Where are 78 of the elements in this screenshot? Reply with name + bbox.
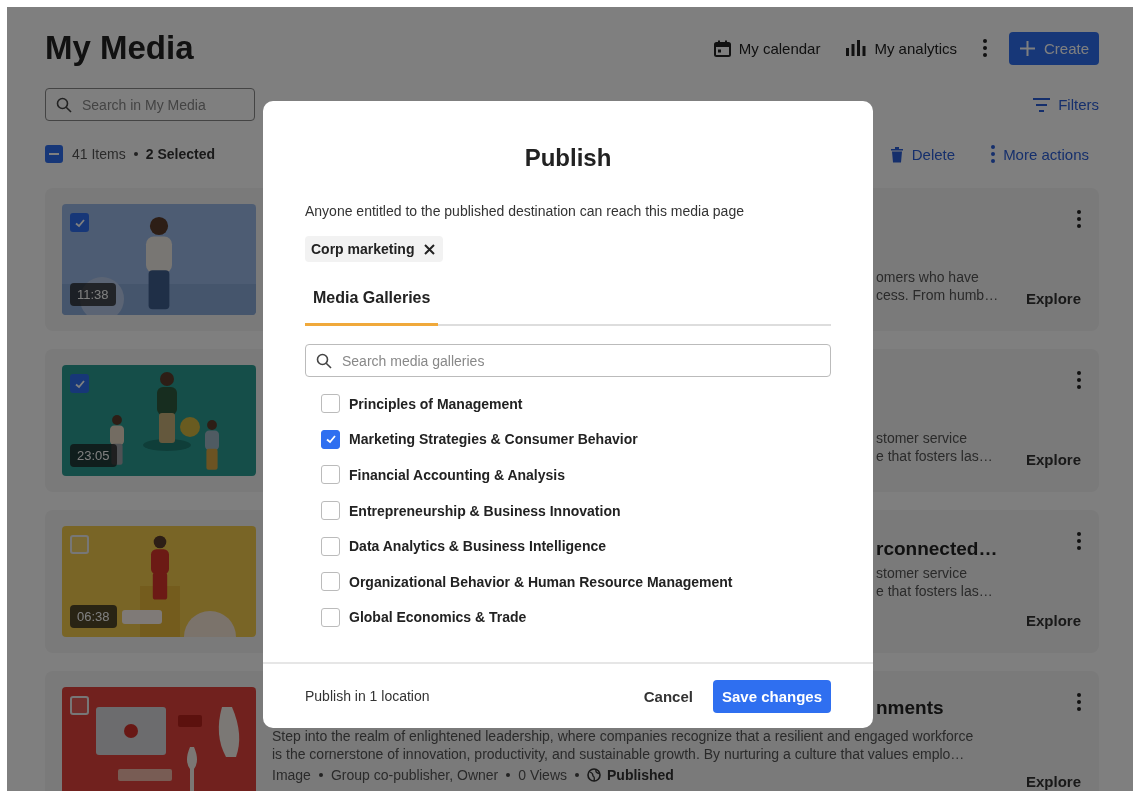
more-button[interactable] (982, 39, 987, 57)
dialog-title: Publish (523, 144, 613, 172)
filter-icon (1033, 97, 1051, 112)
check-icon (324, 433, 337, 446)
description-line: e that fosters las… (876, 582, 993, 600)
tab[interactable]: Media Galleries (305, 287, 439, 326)
more-icon (1077, 210, 1081, 228)
search-field[interactable]: Search in My Media (45, 88, 255, 121)
gallery-label: Organizational Behavior & Human Resource Management (349, 573, 733, 590)
trash-icon (889, 145, 904, 163)
description-line: cess. From humb… (876, 286, 999, 304)
gallery-checkbox[interactable] (321, 501, 340, 521)
search-icon (316, 353, 332, 369)
search-icon (56, 97, 72, 113)
description-line: is the cornerstone of innovation, productivity, and sustainable growth. By nurturing a culture that values emplo… (272, 745, 965, 763)
save-button[interactable]: Save changes (712, 679, 831, 713)
duration-badge: 06:38 (70, 605, 117, 628)
meta-item: 0 Views (518, 767, 567, 783)
more-button[interactable] (1077, 371, 1081, 389)
bar-chart-icon (846, 40, 867, 56)
explore-button[interactable]: Explore (1025, 290, 1081, 307)
more-button[interactable] (1077, 210, 1081, 228)
gallery-label: Marketing Strategies & Consumer Behavior (349, 431, 638, 448)
create-button[interactable]: Create (1008, 31, 1099, 65)
items-count: 41 Items (72, 146, 126, 162)
gallery-checkbox[interactable] (321, 536, 340, 556)
more-icon (1077, 532, 1081, 550)
description-line: stomer service (876, 564, 968, 582)
select-all-checkbox[interactable] (45, 145, 63, 163)
page-title: My Media (45, 29, 195, 67)
calendar-link[interactable]: My calendar (713, 39, 821, 57)
gallery-checkbox[interactable] (321, 429, 340, 449)
minus-icon (49, 153, 59, 155)
gallery-label: Entrepreneurship & Business Innovation (349, 502, 621, 519)
close-icon[interactable] (424, 243, 436, 255)
filters-button[interactable]: Filters (1033, 96, 1099, 113)
select-checkbox[interactable] (70, 374, 89, 393)
analytics-link[interactable]: My analytics (846, 39, 957, 57)
media-title[interactable]: nments (876, 697, 944, 723)
plus-icon (1018, 39, 1036, 57)
more-icon (1077, 371, 1081, 389)
gallery-search-field[interactable]: Search media galleries (305, 344, 831, 377)
explore-button[interactable]: Explore (1025, 612, 1081, 629)
publish-summary: Publish in 1 location (305, 688, 431, 704)
duration-badge: 11:38 (70, 283, 116, 306)
more-icon (1077, 693, 1081, 711)
description-line: stomer service (876, 429, 968, 447)
gallery-label: Principles of Management (349, 395, 523, 412)
description-line: omers who have (876, 268, 979, 286)
bulk-action-button[interactable]: Delete (889, 145, 956, 163)
more-icon (991, 145, 996, 163)
media-title[interactable]: rconnected… (876, 538, 998, 564)
dialog-description: Anyone entitled to the published destination can reach this media page (305, 203, 745, 219)
more-button[interactable] (1077, 532, 1081, 550)
status-label: Published (607, 767, 674, 783)
gallery-checkbox[interactable] (321, 465, 340, 485)
explore-button[interactable]: Explore (1025, 773, 1081, 790)
duration-badge: 23:05 (70, 444, 117, 467)
more-icon (982, 39, 987, 57)
description-line: Step into the realm of enlightened leadership, where companies recognize that a resilient and engaged workforce (272, 727, 974, 745)
chip-label: Corp marketing (311, 241, 415, 257)
calendar-icon (713, 39, 731, 57)
explore-button[interactable]: Explore (1025, 451, 1081, 468)
gallery-label: Financial Accounting & Analysis (349, 467, 565, 483)
selected-count: 2 Selected (145, 146, 215, 162)
cancel-button[interactable]: Cancel (639, 687, 697, 705)
select-checkbox[interactable] (70, 213, 89, 232)
gallery-checkbox[interactable] (321, 607, 340, 627)
meta-item: Group co-publisher, Owner (330, 767, 499, 783)
gallery-checkbox[interactable] (321, 394, 340, 414)
gallery-label: Global Economics & Trade (349, 609, 527, 626)
more-button[interactable] (1077, 693, 1081, 711)
meta-item: Image (272, 767, 311, 783)
gallery-checkbox[interactable] (321, 572, 340, 592)
gallery-label: Data Analytics & Business Intelligence (349, 538, 606, 555)
globe-icon (587, 768, 601, 782)
bulk-action-button[interactable]: More actions (991, 145, 1089, 163)
description-line: e that fosters las… (876, 447, 993, 465)
